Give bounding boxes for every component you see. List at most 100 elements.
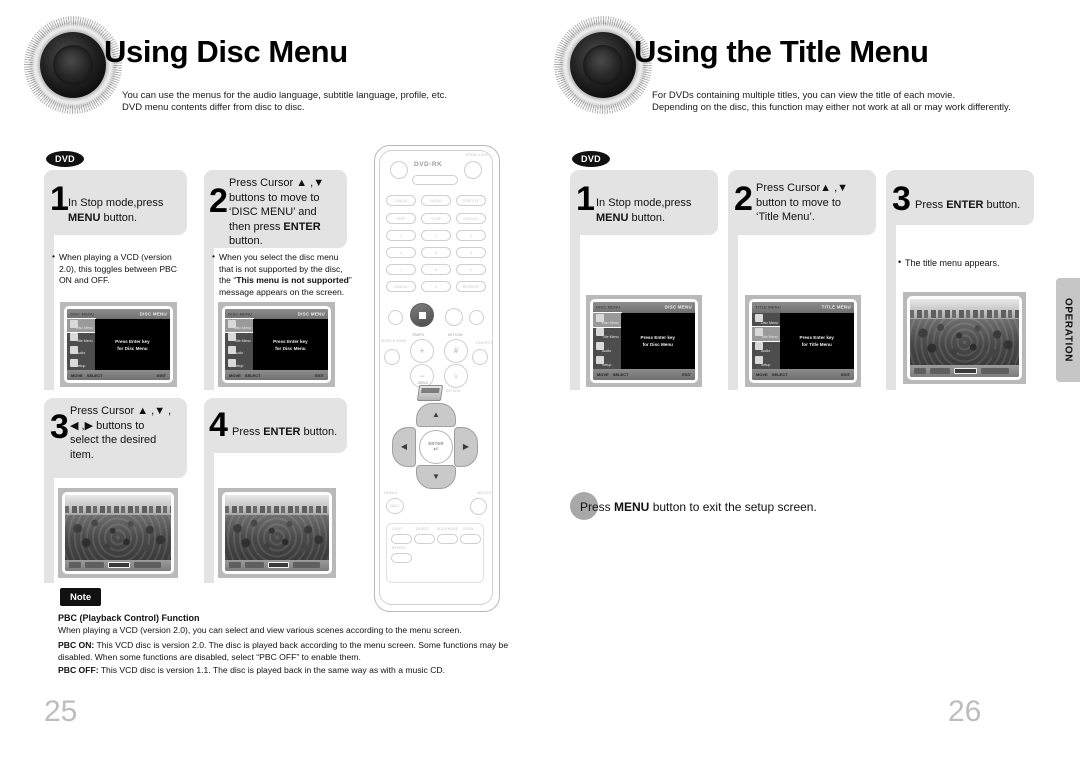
osd-item-audio: Audio [752, 341, 780, 355]
remote-number-5-button[interactable]: 5 [421, 247, 451, 258]
step-3-text-line1: Press Cursor ▲ ,▼ , [70, 405, 172, 417]
remote-digest-button[interactable] [414, 534, 435, 544]
remote-zoom-button[interactable] [460, 534, 481, 544]
remote-melody-button[interactable] [470, 498, 487, 515]
step-2-text-line3: ‘Title Menu’. [756, 211, 815, 223]
step-4-text: Press ENTER button. [232, 425, 347, 440]
osd-item-disc-menu: Disc Menu [67, 317, 96, 333]
remote-slow-button[interactable]: SLOW [421, 213, 451, 224]
step-2-number: 2 [209, 182, 228, 220]
step-1-text: In Stop mode,press MENU button. [68, 196, 183, 225]
remote-cancel-top-button[interactable]: CANCEL [386, 195, 416, 206]
crowd-scene-image [910, 299, 1019, 377]
osd-body-line2: for Disc Menu [117, 345, 148, 351]
remote-number-8-button[interactable]: 8 [421, 264, 451, 275]
remote-number-1-button[interactable]: 1 [386, 230, 416, 241]
osd-item-title-menu: Title Menu [593, 327, 621, 341]
osd-footer-exit: EXIT [157, 372, 166, 378]
remote-reserve-button[interactable]: RESERVE [456, 281, 486, 292]
step-3-text-bold: ENTER [946, 199, 984, 211]
step-1-text-bold: MENU [596, 211, 629, 224]
osd-item-audio: Audio [593, 341, 621, 355]
remote-tempo-up-button[interactable]: + [410, 339, 434, 363]
remote-cursor-down-button[interactable]: ▼ [416, 465, 456, 489]
step-1-text-line2: button. [628, 211, 666, 224]
exit-note-post: button to exit the setup screen. [649, 500, 817, 514]
remote-menu-button[interactable] [416, 385, 444, 401]
bullet-dot-icon: • [898, 257, 902, 267]
step-2-text-line5: button. [229, 235, 263, 247]
remote-slide-mode-button[interactable] [437, 534, 458, 544]
exit-note: Press MENU button to exit the setup scre… [580, 500, 817, 514]
remote-next-button[interactable] [469, 310, 484, 325]
page-number-right: 26 [948, 695, 982, 728]
remote-number-7-button[interactable]: 7 [386, 264, 416, 275]
step-3-screenshot [58, 488, 178, 578]
step-2-bullet-text: When you select the disc menu that is no… [219, 252, 352, 297]
remote-repeat-button[interactable] [391, 553, 412, 563]
left-page-header: Using Disc Menu You can use the menus fo… [18, 8, 518, 128]
remote-enter-button[interactable]: ENTER ↵ [419, 430, 453, 464]
remote-zoom-label: ZOOM [463, 527, 474, 531]
remote-open-close-label: OPEN/CLOSE [465, 153, 488, 157]
osd-item-audio: Audio [225, 345, 253, 358]
osd-footer-select: SELECT [86, 372, 103, 378]
note-intro: When playing a VCD (version 2.0), you ca… [58, 625, 462, 635]
remote-number-0-button[interactable]: 0 [421, 281, 451, 292]
remote-keycon-sharp-button[interactable]: # [444, 339, 468, 363]
step-4-screenshot [218, 488, 336, 578]
remote-open-close-button[interactable] [464, 161, 482, 179]
crowd-scene-image [65, 495, 171, 571]
remote-subtitle-button[interactable]: SUBTITLE [456, 195, 486, 206]
remote-dvd-vcd-button[interactable]: DVD/VCD [456, 213, 486, 224]
note-pbc-on-text: This VCD disc is version 2.0. The disc i… [58, 640, 509, 662]
osd-disc-menu: DISC MENU DISC MENU Disc Menu Title Menu… [593, 302, 695, 380]
remote-brand-label: DVD-RK [414, 161, 443, 168]
osd-item-disc-menu: Disc Menu [752, 313, 780, 327]
step-1-text-line1: In Stop mode,press [68, 197, 164, 209]
remote-control-illustration: DVD-RK OPEN/CLOSE CANCEL AUDIO SUBTITLE … [374, 145, 500, 612]
remote-cursor-right-button[interactable]: ▶ [454, 427, 478, 467]
remote-menu-label: MENU [418, 381, 429, 385]
remote-number-3-button[interactable]: 3 [456, 230, 486, 241]
remote-stop-button[interactable] [410, 303, 434, 327]
side-tab-label: OPERATION [1062, 297, 1074, 363]
remote-number-9-button[interactable]: 9 [456, 264, 486, 275]
step-3-stem [886, 225, 896, 390]
remote-step-button[interactable]: STEP [386, 213, 416, 224]
osd-footer-move: MOVE [71, 372, 83, 378]
osd-item-title-menu: Title Menu [752, 325, 781, 343]
remote-return-arrow-icon: ↵ [433, 447, 439, 453]
remote-power-button[interactable] [390, 161, 408, 179]
osd-item-setup: Setup [67, 357, 95, 370]
remote-keycon-flat-button[interactable]: ♭ [444, 364, 468, 388]
osd-header-left: DISC MENU [70, 311, 95, 317]
remote-audio-button[interactable]: AUDIO [421, 195, 451, 206]
remote-logo-button[interactable] [391, 534, 412, 544]
page-subtitle: You can use the menus for the audio lang… [122, 90, 447, 114]
remote-logo-label: LOGO [392, 527, 402, 531]
step-2-text-line2: buttons to move to [229, 191, 320, 204]
remote-search-song-button[interactable] [384, 349, 400, 365]
remote-number-4-button[interactable]: 4 [386, 247, 416, 258]
remote-navigation-pad[interactable]: ▲ ▼ ◀ ▶ ENTER ↵ [392, 403, 478, 489]
step-1-text: In Stop mode,press MENU button. [596, 196, 714, 225]
remote-prev-button[interactable] [388, 310, 403, 325]
remote-cancel-button[interactable]: CANCEL [386, 281, 416, 292]
step-3-text-line1: Press [915, 199, 947, 211]
note-pbc-off-text: This VCD disc is version 1.1. The disc i… [100, 665, 446, 675]
remote-slide-mode-label: SLIDE MODE [437, 527, 459, 531]
step-3-text: Press Cursor ▲ ,▼ , ◀ ,▶ buttons to sele… [70, 404, 185, 462]
remote-cursor-up-button[interactable]: ▲ [416, 403, 456, 427]
page-number-left: 25 [44, 695, 78, 728]
remote-play-pause-button[interactable] [445, 308, 463, 326]
remote-melody-label: MELODY [477, 491, 492, 495]
osd-body-line1: Press Enter key [115, 338, 150, 344]
remote-cursor-left-button[interactable]: ◀ [392, 427, 416, 467]
remote-female-male-button[interactable]: MALE [386, 498, 404, 514]
remote-favorite-button[interactable] [472, 349, 488, 365]
step-3-stem [44, 478, 54, 583]
remote-number-2-button[interactable]: 2 [421, 230, 451, 241]
remote-number-6-button[interactable]: 6 [456, 247, 486, 258]
osd-item-audio: Audio [67, 345, 95, 358]
